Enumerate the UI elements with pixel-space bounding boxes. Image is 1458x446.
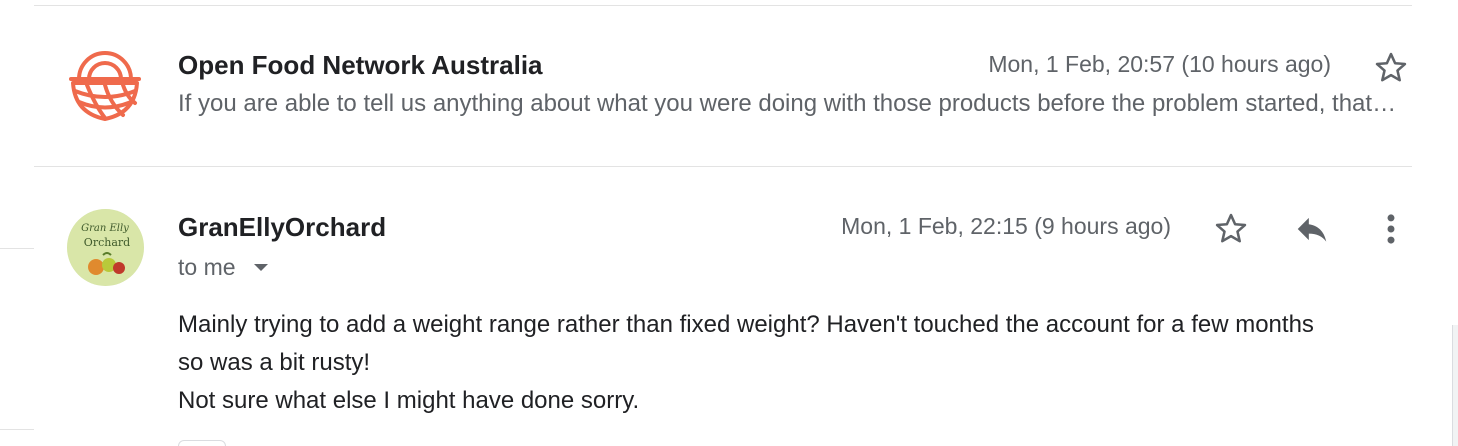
- orchard-logo-icon: Gran Elly Orchard: [67, 209, 144, 286]
- side-panel-edge: [0, 248, 34, 430]
- message-timestamp: Mon, 1 Feb, 20:57 (10 hours ago): [988, 51, 1331, 77]
- divider: [34, 166, 1412, 167]
- divider: [34, 5, 1412, 6]
- body-line: Mainly trying to add a weight range rath…: [178, 311, 1314, 338]
- basket-logo-icon: [69, 51, 141, 121]
- message-timestamp: Mon, 1 Feb, 22:15 (9 hours ago): [841, 213, 1171, 239]
- recipient-label: to me: [178, 254, 236, 280]
- reply-icon[interactable]: [1292, 210, 1332, 248]
- more-options-icon[interactable]: [1378, 210, 1404, 248]
- message-snippet: If you are able to tell us anything abou…: [178, 90, 1400, 117]
- body-line: so was a bit rusty!: [178, 349, 371, 376]
- message-body: Mainly trying to add a weight range rath…: [178, 306, 1418, 420]
- avatar[interactable]: Gran Elly Orchard: [67, 209, 144, 286]
- body-line: Not sure what else I might have done sor…: [178, 387, 640, 414]
- show-trimmed-content-button[interactable]: [178, 440, 226, 446]
- email-thread: Open Food Network Australia Mon, 1 Feb, …: [0, 0, 1458, 446]
- star-icon[interactable]: [1212, 210, 1250, 248]
- scrollbar[interactable]: [1452, 325, 1458, 446]
- avatar-logo-text: Orchard: [84, 236, 130, 249]
- sender-name: Open Food Network Australia: [178, 50, 543, 80]
- chevron-down-icon: [253, 263, 268, 271]
- sender-name: GranEllyOrchard: [178, 212, 387, 242]
- star-icon[interactable]: [1372, 49, 1410, 87]
- avatar-logo-text: Gran Elly: [81, 223, 129, 234]
- recipient-details-toggle[interactable]: to me: [178, 254, 272, 281]
